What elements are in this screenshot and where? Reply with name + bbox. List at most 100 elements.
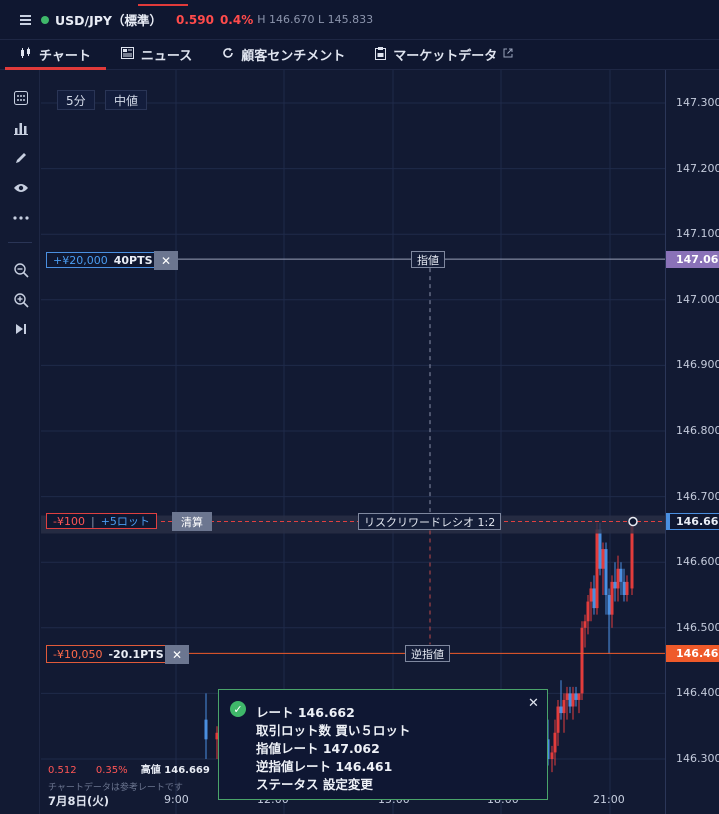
candle-body (583, 621, 587, 628)
close-icon: ✕ (171, 647, 183, 662)
candle-body (598, 529, 602, 569)
y-tick-label: 147.000 (676, 292, 719, 306)
symbol-title[interactable]: USD/JPY（標準） (55, 10, 162, 29)
candle-body (556, 706, 560, 733)
bar-chart-icon[interactable] (13, 120, 29, 136)
stop-price-badge: 146.461 (666, 645, 719, 662)
position-tag[interactable]: -¥100 | +5ロット (46, 513, 157, 529)
clipboard-icon (375, 46, 387, 63)
toast-line-limit: 指値レート 147.062 (256, 741, 380, 756)
zoom-in-icon[interactable] (13, 292, 29, 308)
y-tick-label: 146.400 (676, 686, 719, 700)
candle-body (565, 693, 569, 700)
toast-line-status: ステータス 設定変更 (256, 777, 373, 792)
candle-body (607, 595, 611, 615)
toast-line-lots: 取引ロット数 買い５ロット (256, 723, 411, 738)
stop-order-tag[interactable]: -¥10,050 -20.1PTS (46, 645, 171, 663)
limit-close-button[interactable]: ✕ (154, 251, 178, 270)
price-change: 0.590 (175, 12, 214, 27)
tab-news[interactable]: ニュース (120, 40, 193, 70)
candle-body (601, 549, 605, 569)
price-type-button[interactable]: 中値 (105, 90, 148, 110)
position-divider: | (90, 514, 95, 528)
y-tick-label: 146.800 (676, 424, 719, 437)
more-icon[interactable] (13, 210, 29, 226)
header-accent (138, 4, 188, 6)
candle-body (577, 693, 581, 700)
candle-body (625, 581, 629, 595)
external-link-icon (503, 48, 513, 61)
chart-settings-icon[interactable] (13, 90, 29, 106)
candle-body (562, 699, 566, 714)
timeframe-button[interactable]: 5分 (57, 90, 95, 110)
eye-icon[interactable] (13, 180, 29, 196)
limit-order-tag[interactable]: +¥20,000 40PTS (46, 252, 160, 268)
tab-label: チャート (39, 49, 91, 64)
zoom-out-icon[interactable] (13, 262, 29, 278)
y-tick-label: 146.300 (676, 752, 719, 765)
close-icon: ✕ (160, 253, 172, 268)
ohlc-info: 0.512 0.35% 高値 146.669 安 (48, 761, 231, 776)
tab-chart[interactable]: チャート (5, 40, 106, 70)
drawing-toolbar (0, 70, 40, 814)
bottom-high: 高値 146.669 (140, 765, 210, 776)
toolbar-divider (8, 242, 32, 243)
candle-body (619, 568, 623, 582)
bottom-pct: 0.35% (95, 765, 128, 776)
skip-end-icon[interactable] (13, 321, 29, 337)
tab-sentiment[interactable]: 顧客センチメント (222, 40, 345, 70)
toast-line-rate: レート 146.662 (256, 705, 355, 720)
limit-price-badge: 147.062 (666, 251, 719, 268)
candle-body (550, 752, 554, 759)
candle-body (568, 693, 572, 707)
y-tick-label: 147.300 (676, 96, 719, 109)
candle-body (553, 732, 557, 753)
candle-body (559, 706, 563, 714)
settle-button[interactable]: 清算 (172, 512, 212, 531)
pencil-icon[interactable] (13, 150, 29, 166)
candle-body (592, 588, 596, 609)
current-price-badge: 146.662 (666, 513, 719, 530)
risk-reward-label: リスクリワードレシオ 1:2 (358, 513, 502, 530)
tab-bar: チャート ニュース 顧客センチメント マーケットデータ (0, 40, 719, 70)
bottom-value: 0.512 (48, 765, 77, 776)
limit-pts: 40PTS (113, 253, 153, 267)
date-label: 7月8日(火) (48, 794, 110, 808)
y-tick-label: 146.600 (676, 555, 719, 569)
x-tick-label: 9:00 (164, 793, 189, 806)
candlestick-icon (20, 47, 32, 62)
current-price-marker (628, 516, 638, 527)
stop-loss: -¥10,050 (53, 647, 103, 661)
candle-body (586, 601, 590, 622)
tab-market-data[interactable]: マーケットデータ (375, 40, 513, 70)
toast-line-stop: 逆指値レート 146.461 (256, 759, 393, 774)
y-tick-label: 146.900 (676, 358, 719, 372)
tab-label: 顧客センチメント (241, 49, 346, 64)
limit-profit: +¥20,000 (53, 253, 108, 267)
candle-body (610, 581, 614, 615)
y-tick-label: 147.200 (676, 161, 719, 175)
candle-body (580, 627, 584, 694)
candle-body (574, 693, 578, 700)
settle-label: 清算 (181, 515, 203, 529)
x-tick-label: 21:00 (593, 793, 625, 806)
stop-close-button[interactable]: ✕ (165, 645, 189, 664)
candle-body (595, 529, 599, 609)
order-lines (41, 258, 665, 654)
order-confirmation-toast: ✓ レート 146.662 取引ロット数 買い５ロット 指値レート 147.06… (218, 689, 548, 800)
high-low: H 146.670 L 145.833 (257, 13, 374, 26)
candle-body (204, 719, 208, 740)
status-dot-icon (41, 15, 49, 24)
menu-icon[interactable] (20, 15, 31, 25)
refresh-icon (222, 47, 234, 62)
tab-label: ニュース (140, 49, 193, 64)
position-lots: +5ロット (100, 515, 150, 528)
y-tick-label: 146.500 (676, 620, 719, 634)
price-change-pct: 0.4% (219, 12, 254, 27)
check-icon: ✓ (230, 701, 246, 717)
stop-pts: -20.1PTS (108, 647, 164, 661)
chart-note: チャートデータは参考レートです (48, 783, 183, 793)
toast-close-icon[interactable]: ✕ (528, 696, 539, 711)
price-axis[interactable]: 147.300 147.200 147.100 147.000 146.900 146.8… (665, 70, 719, 814)
candle-body (589, 588, 593, 602)
